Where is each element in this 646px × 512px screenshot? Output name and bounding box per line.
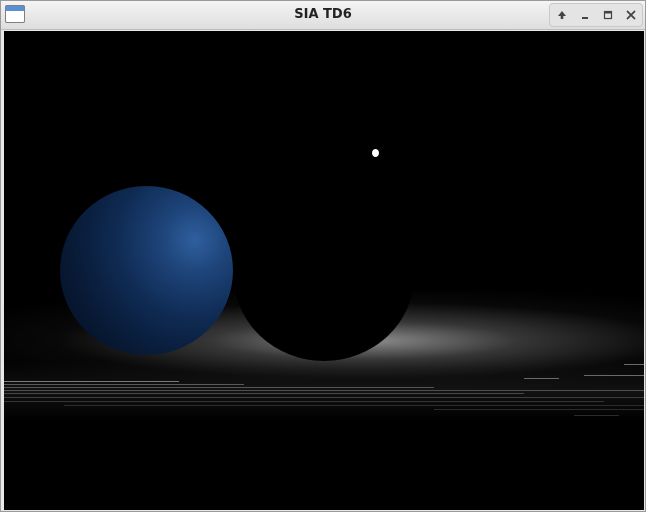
window-controls [549,3,643,27]
floor-artifact-line [4,393,524,394]
floor-artifact-line [624,364,644,365]
floor-artifact-line [434,409,644,410]
close-button[interactable] [622,6,640,24]
title-bar[interactable]: SIA TD6 [1,1,645,30]
app-window: SIA TD6 [0,0,646,512]
minimize-icon [581,17,588,19]
floor-artifact-line [574,415,619,416]
floor-artifact-line [4,390,644,391]
floor-artifact-line [4,384,244,385]
floor-artifact-line [64,405,644,406]
floor-artifact-line [4,397,644,398]
close-icon [626,10,635,20]
floor-artifact-line [4,387,434,388]
textured-blue-sphere [60,186,233,355]
point-light-source [372,149,379,157]
render-viewport[interactable] [4,31,644,510]
floor-plane [4,361,644,421]
floor-artifact-line [4,401,604,402]
maximize-button[interactable] [599,6,617,24]
arrow-up-icon [557,11,566,19]
shade-button[interactable] [553,6,571,24]
floor-artifact-line [524,378,559,379]
floor-artifact-line [4,381,179,382]
shadowed-black-sphere [234,191,414,361]
minimize-button[interactable] [576,6,594,24]
maximize-icon [603,10,612,20]
floor-artifact-line [584,375,644,376]
